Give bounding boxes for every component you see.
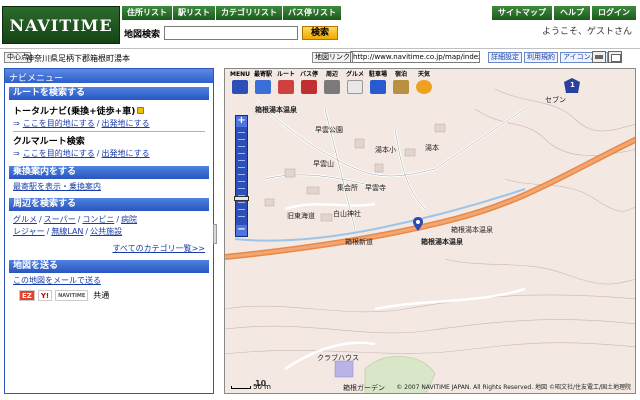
navi-menu: ナビメニュー ルートを検索する トータルナビ(乗換+徒歩+車) ⇒ ここを目的地… [4, 68, 214, 394]
tool-parking[interactable]: 駐車場 [367, 71, 389, 97]
send-section: 地図を送る この地図をメールで送る EZ Y! NAVITIME 共通 [9, 260, 209, 303]
route-section: ルートを検索する トータルナビ(乗換+徒歩+車) ⇒ ここを目的地にする / 出… [9, 87, 209, 162]
total-set-destination-link[interactable]: ここを目的地にする [23, 118, 95, 129]
nav-login[interactable]: ログイン [592, 6, 636, 20]
transit-section: 乗換案内をする 最寄駅を表示・乗換案内 [9, 166, 209, 194]
nearby-section-header: 周辺を検索する [9, 198, 209, 211]
send-map-mail-link[interactable]: この地図をメールで送る [13, 276, 101, 285]
map-copyright: © 2007 NAVITIME JAPAN. All Rights Reserv… [396, 384, 631, 391]
navitime-logo[interactable]: NAVITIME [2, 6, 120, 44]
map-label: 早雲寺 [365, 184, 386, 192]
nearby-public-link[interactable]: 公共施設 [90, 226, 122, 237]
map-label: 湯本 [425, 144, 439, 152]
nearby-section: 周辺を検索する グルメ / スーパー / コンビニ / 病院 レジャー / 無線LAN /… [9, 198, 209, 256]
mail-icon[interactable] [608, 51, 622, 63]
search-button[interactable]: 検索 [302, 26, 339, 40]
transit-section-header: 乗換案内をする [9, 166, 209, 179]
nearby-supermarket-link[interactable]: スーパー [44, 214, 76, 225]
map-base [225, 88, 635, 393]
nearby-wifi-link[interactable]: 無線LAN [51, 226, 83, 237]
partner-logos: EZ Y! NAVITIME 共通 [13, 290, 205, 301]
map-label: 箱根湯本温泉 [255, 106, 297, 114]
total-set-origin-link[interactable]: 出発地にする [102, 118, 150, 129]
location-pin-icon[interactable] [413, 217, 423, 231]
route-section-header: ルートを検索する [9, 87, 209, 100]
address-bar: 中心点 神奈川県足柄下郡箱根町湯本 地図リンク http://www.navit… [0, 48, 640, 66]
car-set-destination-link[interactable]: ここを目的地にする [23, 148, 95, 159]
ez-logo[interactable]: EZ [19, 290, 35, 301]
map-label: 湯本小 [375, 146, 396, 154]
nearest-station-link[interactable]: 最寄駅を表示・乗換案内 [13, 182, 101, 191]
arrow-icon: ⇒ [13, 119, 20, 128]
navitime-mini-logo[interactable]: NAVITIME [55, 290, 89, 301]
navi-menu-title: ナビメニュー [5, 69, 213, 84]
nearby-leisure-link[interactable]: レジャー [13, 226, 45, 237]
map-label: 箱根新道 [345, 238, 373, 246]
map-label: 白山神社 [333, 210, 361, 218]
total-navi-heading: トータルナビ(乗換+徒歩+車) [13, 104, 205, 117]
map-url-field[interactable]: http://www.navitime.co.jp/map/index.jsp? [350, 51, 480, 63]
arrow-icon: ⇒ [13, 149, 20, 158]
nearby-gourmet-link[interactable]: グルメ [13, 214, 37, 225]
car-set-origin-link[interactable]: 出発地にする [102, 148, 150, 159]
yahoo-logo[interactable]: Y! [37, 290, 53, 301]
top-nav: 住所リスト 駅リスト カテゴリリスト バス停リスト [122, 6, 342, 20]
tool-route[interactable]: ルート [275, 71, 297, 97]
map-search: 地図検索 検索 [124, 26, 339, 40]
map-scale: 50 m [231, 383, 271, 391]
map-toolbar: MENU 最寄駅 ルート バス停 周辺 グルメ 駐車場 宿泊 天気 [229, 71, 436, 99]
current-address: 神奈川県足柄下郡箱根町湯本 [26, 54, 130, 63]
detail-settings-button[interactable]: 詳細設定 [488, 52, 522, 63]
nav-station-list[interactable]: 駅リスト [173, 6, 215, 20]
route-number: 1 [570, 81, 575, 89]
tool-lodging[interactable]: 宿泊 [390, 71, 412, 97]
sidebar-collapse-handle[interactable] [213, 224, 217, 244]
nav-help[interactable]: ヘルプ [554, 6, 590, 20]
map-canvas[interactable]: MENU 最寄駅 ルート バス停 周辺 グルメ 駐車場 宿泊 天気 + − 箱根… [224, 68, 636, 394]
navitime-page: NAVITIME 住所リスト 駅リスト カテゴリリスト バス停リスト サイトマッ… [0, 0, 640, 400]
tool-menu[interactable]: MENU [229, 71, 251, 97]
tool-bus-stop[interactable]: バス停 [298, 71, 320, 97]
total-navi-label: トータルナビ(乗換+徒歩+車) [13, 107, 136, 117]
map-label: 早雲山 [313, 160, 334, 168]
nearby-hospital-link[interactable]: 病院 [121, 214, 137, 225]
lock-icon [137, 107, 145, 114]
map-label: 旧東海道 [287, 212, 315, 220]
search-input[interactable] [164, 26, 299, 40]
map-label: 集会所 [337, 184, 358, 192]
print-icon[interactable] [592, 51, 606, 63]
tool-weather[interactable]: 天気 [413, 71, 435, 97]
terms-button[interactable]: 利用規約 [524, 52, 558, 63]
map-label: 箱根ガーデン [343, 384, 385, 392]
send-section-header: 地図を送る [9, 260, 209, 273]
map-link-button[interactable]: 地図リンク [312, 52, 353, 63]
all-categories-link[interactable]: すべてのカテゴリ一覧>> [112, 244, 205, 253]
nav-category-list[interactable]: カテゴリリスト [216, 6, 282, 20]
zoom-out-button[interactable]: − [236, 225, 247, 236]
map-label: セブン [545, 96, 566, 104]
car-route-heading: クルマルート検索 [13, 137, 85, 147]
nav-busstop-list[interactable]: バス停リスト [283, 6, 341, 20]
zoom-in-button[interactable]: + [236, 116, 247, 127]
zoom-slider[interactable]: + − [234, 115, 249, 237]
pin-label: 箱根湯本温泉 [421, 238, 463, 246]
right-nav: サイトマップ ヘルプ ログイン [490, 6, 636, 20]
nav-sitemap[interactable]: サイトマップ [492, 6, 552, 20]
tool-gourmet[interactable]: グルメ [344, 71, 366, 97]
nearby-convenience-link[interactable]: コンビニ [82, 214, 114, 225]
tool-nearest-station[interactable]: 最寄駅 [252, 71, 274, 97]
map-label: 箱根湯本温泉 [451, 226, 493, 234]
welcome-text: ようこそ、ゲストさん [541, 27, 632, 37]
common-label: 共通 [93, 291, 110, 300]
search-label: 地図検索 [124, 29, 161, 40]
map-label: 早雲公園 [315, 126, 343, 134]
nav-address-list[interactable]: 住所リスト [122, 6, 172, 20]
tool-nearby[interactable]: 周辺 [321, 71, 343, 97]
zoom-knob[interactable] [234, 196, 249, 201]
map-label: クラブハウス [317, 354, 359, 362]
